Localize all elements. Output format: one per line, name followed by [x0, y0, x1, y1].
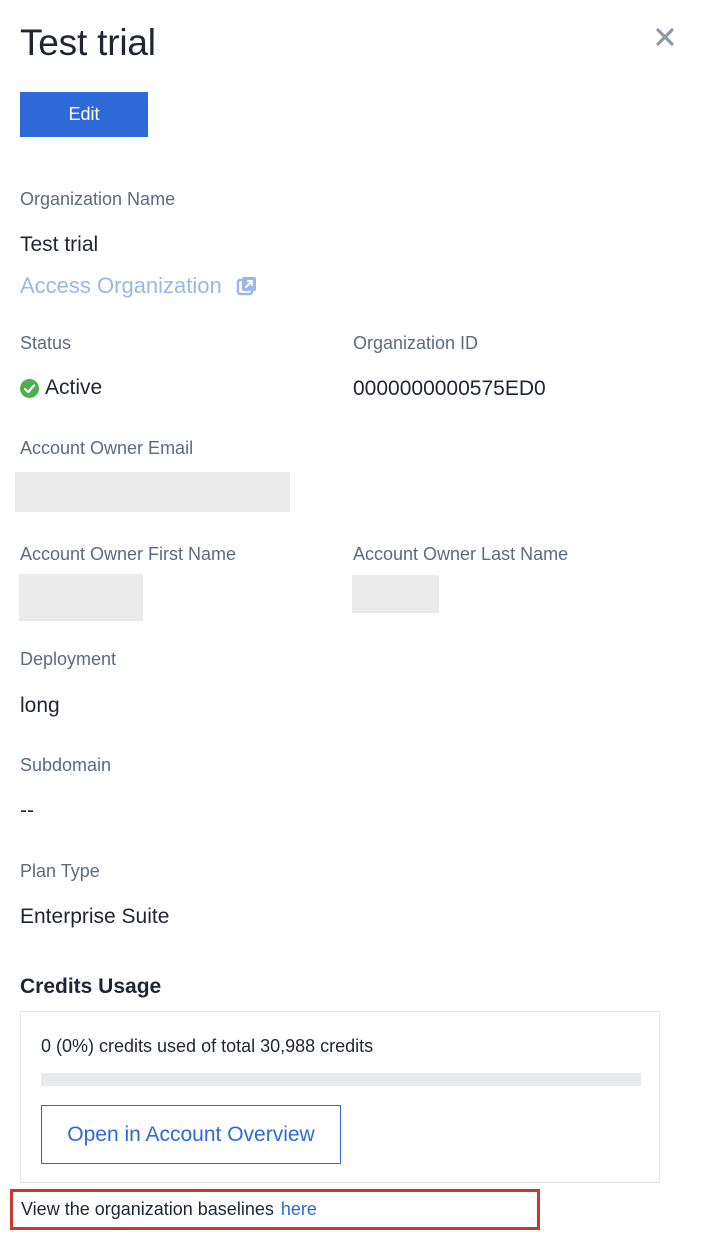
owner-first-name-redacted — [19, 574, 143, 621]
owner-email-label: Account Owner Email — [20, 438, 194, 458]
credits-summary: 0 (0%) credits used of total 30,988 cred… — [41, 1036, 374, 1056]
organization-id-value: 0000000000575ED0 — [353, 377, 546, 400]
baselines-callout: View the organization baselines here — [10, 1189, 540, 1230]
access-organization-link[interactable]: Access Organization — [20, 273, 258, 299]
owner-first-name-label: Account Owner First Name — [20, 544, 237, 564]
credits-usage-title: Credits Usage — [20, 975, 162, 998]
deployment-label: Deployment — [20, 649, 117, 669]
organization-name-label: Organization Name — [20, 189, 176, 209]
subdomain-label: Subdomain — [20, 755, 112, 775]
baselines-text: View the organization baselines — [21, 1199, 274, 1219]
edit-button[interactable]: Edit — [20, 92, 148, 137]
organization-name-value: Test trial — [20, 233, 99, 256]
plan-type-value: Enterprise Suite — [20, 905, 170, 928]
status-label: Status — [20, 333, 72, 353]
panel-title: Test trial — [20, 22, 156, 63]
close-icon[interactable] — [650, 22, 680, 52]
deployment-value: long — [20, 694, 60, 717]
owner-email-redacted — [15, 472, 290, 512]
check-circle-icon — [20, 378, 39, 398]
credits-progress-bar — [41, 1073, 641, 1086]
credits-usage-card: 0 (0%) credits used of total 30,988 cred… — [20, 1011, 660, 1183]
plan-type-label: Plan Type — [20, 861, 100, 881]
status-text: Active — [45, 376, 103, 399]
external-link-icon — [236, 275, 258, 297]
organization-id-label: Organization ID — [353, 333, 479, 353]
status-value: Active — [20, 376, 102, 400]
access-organization-label: Access Organization — [20, 273, 222, 298]
baselines-here-link[interactable]: here — [281, 1199, 317, 1220]
owner-last-name-redacted — [352, 575, 439, 613]
open-account-overview-button[interactable]: Open in Account Overview — [41, 1105, 341, 1164]
owner-last-name-label: Account Owner Last Name — [353, 544, 569, 564]
subdomain-value: -- — [20, 799, 34, 822]
